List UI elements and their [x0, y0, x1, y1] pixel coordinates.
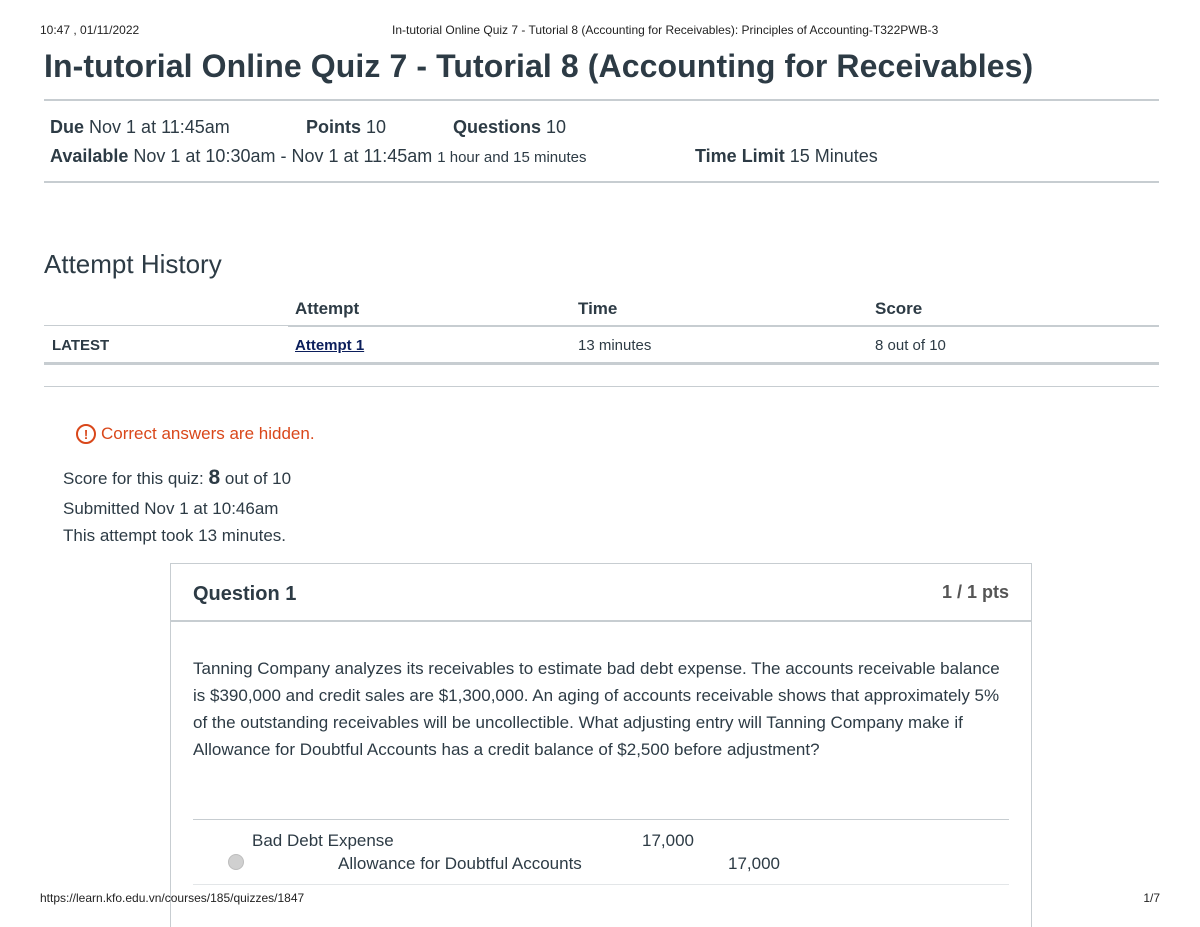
question-text: Tanning Company analyzes its receivables…	[193, 659, 1000, 759]
column-header-attempt: Attempt	[295, 299, 360, 318]
table-bottom-divider	[44, 362, 1159, 365]
question-header: Question 1 1 / 1 pts	[171, 564, 1031, 622]
time-limit-label: Time Limit	[695, 146, 785, 166]
quiz-score: Score for this quiz: 8 out of 10	[63, 466, 291, 490]
debit-account: Bad Debt Expense	[252, 831, 394, 850]
available-info: Available Nov 1 at 10:30am - Nov 1 at 11…	[50, 146, 587, 167]
points-value: 10	[366, 117, 387, 137]
answer-divider	[193, 884, 1009, 885]
available-label: Available	[50, 146, 129, 166]
time-limit-info: Time Limit 15 Minutes	[695, 146, 878, 167]
answer-divider	[193, 819, 1009, 820]
correct-answers-hidden-notice: ! Correct answers are hidden.	[76, 424, 315, 444]
score-suffix: out of 10	[220, 469, 292, 488]
due-label: Due	[50, 117, 85, 137]
latest-tag: LATEST	[52, 337, 110, 354]
score-value: 8	[208, 466, 221, 489]
submitted-time: Submitted Nov 1 at 10:46am	[63, 499, 279, 518]
due-info: Due Nov 1 at 11:45am	[50, 117, 230, 138]
questions-info: Questions 10	[453, 117, 566, 138]
notice-text: Correct answers are hidden.	[101, 424, 315, 443]
print-page-number: 1/7	[1143, 891, 1160, 905]
points-info: Points 10	[306, 117, 386, 138]
attempt-duration: This attempt took 13 minutes.	[63, 526, 286, 545]
available-duration: 1 hour and 15 minutes	[437, 149, 587, 166]
attempt-time: 13 minutes	[578, 337, 652, 354]
print-page-title: In-tutorial Online Quiz 7 - Tutorial 8 (…	[392, 23, 939, 37]
divider	[44, 99, 1159, 101]
page-title: In-tutorial Online Quiz 7 - Tutorial 8 (…	[44, 48, 1034, 84]
due-value: Nov 1 at 11:45am	[89, 117, 230, 137]
divider	[44, 181, 1159, 183]
questions-label: Questions	[453, 117, 542, 137]
question-points: 1 / 1 pts	[941, 582, 1009, 602]
points-label: Points	[306, 117, 362, 137]
questions-value: 10	[546, 117, 567, 137]
attempt-1-link[interactable]: Attempt 1	[295, 337, 364, 354]
available-value: Nov 1 at 10:30am - Nov 1 at 11:45am	[133, 146, 433, 166]
credit-amount: 17,000	[728, 854, 780, 873]
debit-amount: 17,000	[642, 831, 694, 850]
question-card: Question 1 1 / 1 pts Tanning Company ana…	[170, 563, 1032, 927]
question-title: Question 1	[193, 583, 297, 605]
credit-account: Allowance for Doubtful Accounts	[338, 854, 582, 873]
print-url: https://learn.kfo.edu.vn/courses/185/qui…	[40, 891, 305, 905]
attempt-score: 8 out of 10	[875, 337, 946, 354]
score-prefix: Score for this quiz:	[63, 469, 209, 488]
attempt-history-title: Attempt History	[44, 249, 222, 279]
exclamation-circle-icon: !	[76, 424, 96, 444]
column-header-time: Time	[578, 299, 618, 318]
column-header-score: Score	[875, 299, 923, 318]
table-header-divider	[288, 325, 1159, 327]
print-datetime: 10:47 , 01/11/2022	[40, 23, 140, 37]
answer-radio[interactable]	[228, 854, 244, 870]
time-limit-value: 15 Minutes	[789, 146, 878, 166]
divider	[44, 386, 1159, 387]
